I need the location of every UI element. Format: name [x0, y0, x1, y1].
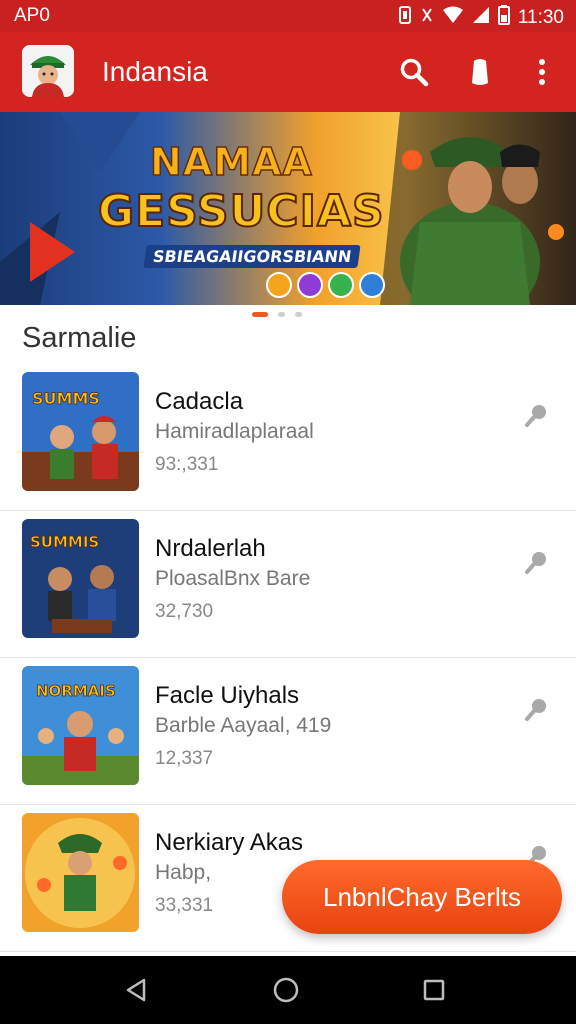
nfc-icon: [420, 6, 434, 30]
section-title: Sarmalie: [22, 322, 137, 354]
game-name: Nrdalerlah: [155, 535, 266, 562]
nav-home-button[interactable]: [268, 972, 304, 1008]
game-thumbnail: [22, 813, 139, 932]
banner-pager: [252, 312, 302, 317]
svg-text:SUMMS: SUMMS: [32, 389, 100, 408]
carrier-label: AP0: [14, 5, 50, 26]
clock-label: 11:30: [517, 7, 564, 28]
banner-title-line1: NAMAA: [149, 139, 313, 185]
game-name: Facle Uiyhals: [155, 682, 300, 709]
search-icon: [400, 58, 429, 87]
game-count: 93:,331: [155, 454, 219, 475]
banner-title-line2: GESSUCIAS: [97, 185, 385, 238]
game-thumbnail: SUMMIS: [22, 519, 139, 638]
app-bar: Indansia: [0, 32, 576, 112]
wifi-icon: [442, 6, 464, 30]
pin-icon: [525, 699, 546, 721]
svg-text:NORMAIS: NORMAIS: [36, 682, 116, 700]
vibrate-icon: [398, 6, 412, 30]
svg-text:SUMMIS: SUMMIS: [30, 533, 99, 551]
banner-subtitle: SBIEAGAIIGORSBIANN: [143, 245, 361, 268]
game-subtitle: Habp,: [155, 861, 212, 884]
game-thumbnail: NORMAIS: [22, 666, 139, 785]
app-logo[interactable]: [22, 45, 74, 97]
pager-dot-active[interactable]: [252, 312, 268, 317]
promo-banner[interactable]: NAMAA GESSUCIAS SBIEAGAIIGORSBIANN: [0, 112, 576, 305]
game-name: Cadacla: [155, 388, 244, 415]
game-subtitle: PloasalBnx Bare: [155, 567, 311, 590]
system-nav-bar: [0, 956, 576, 1024]
phone-icon: [472, 59, 488, 85]
game-count: 33,331: [155, 895, 214, 916]
more-button[interactable]: [524, 54, 560, 90]
pin-icon: [525, 405, 546, 427]
platform-icon: [266, 272, 292, 298]
floating-action-button[interactable]: LnbnlChay Berlts: [282, 860, 562, 934]
back-icon: [126, 978, 146, 1002]
pin-button[interactable]: [524, 402, 550, 428]
banner-platform-icons: [266, 272, 385, 298]
more-vert-icon: [539, 59, 545, 85]
nav-recents-button[interactable]: [416, 972, 452, 1008]
app-title: Indansia: [102, 56, 208, 87]
game-count: 32,730: [155, 601, 214, 622]
status-bar: AP0 11:30: [0, 0, 576, 32]
pager-dot[interactable]: [278, 312, 285, 317]
device-button[interactable]: [462, 54, 498, 90]
pin-button[interactable]: [524, 696, 550, 722]
game-name: Nerkiary Akas: [155, 829, 304, 856]
status-icons: 11:30: [398, 5, 564, 31]
battery-icon: [497, 5, 510, 31]
platform-icon: [359, 272, 385, 298]
pager-dot[interactable]: [295, 312, 302, 317]
list-item[interactable]: SUMMS Cadacla Hamiradlaplaraal 93:,331: [0, 364, 576, 511]
pin-icon: [525, 552, 546, 574]
list-item[interactable]: NORMAIS Facle Uiyhals Barble Aayaal, 419…: [0, 658, 576, 805]
nav-back-button[interactable]: [118, 972, 154, 1008]
platform-icon: [328, 272, 354, 298]
recents-icon: [423, 979, 445, 1001]
game-count: 12,337: [155, 748, 214, 769]
pin-button[interactable]: [524, 549, 550, 575]
game-subtitle: Hamiradlaplaraal: [155, 420, 314, 443]
signal-icon: [472, 6, 490, 30]
game-thumbnail: SUMMS: [22, 372, 139, 491]
game-subtitle: Barble Aayaal, 419: [155, 714, 332, 737]
list-item[interactable]: SUMMIS Nrdalerlah PloasalBnx Bare 32,730: [0, 511, 576, 658]
search-button[interactable]: [396, 54, 432, 90]
platform-icon: [297, 272, 323, 298]
home-icon: [273, 977, 299, 1003]
